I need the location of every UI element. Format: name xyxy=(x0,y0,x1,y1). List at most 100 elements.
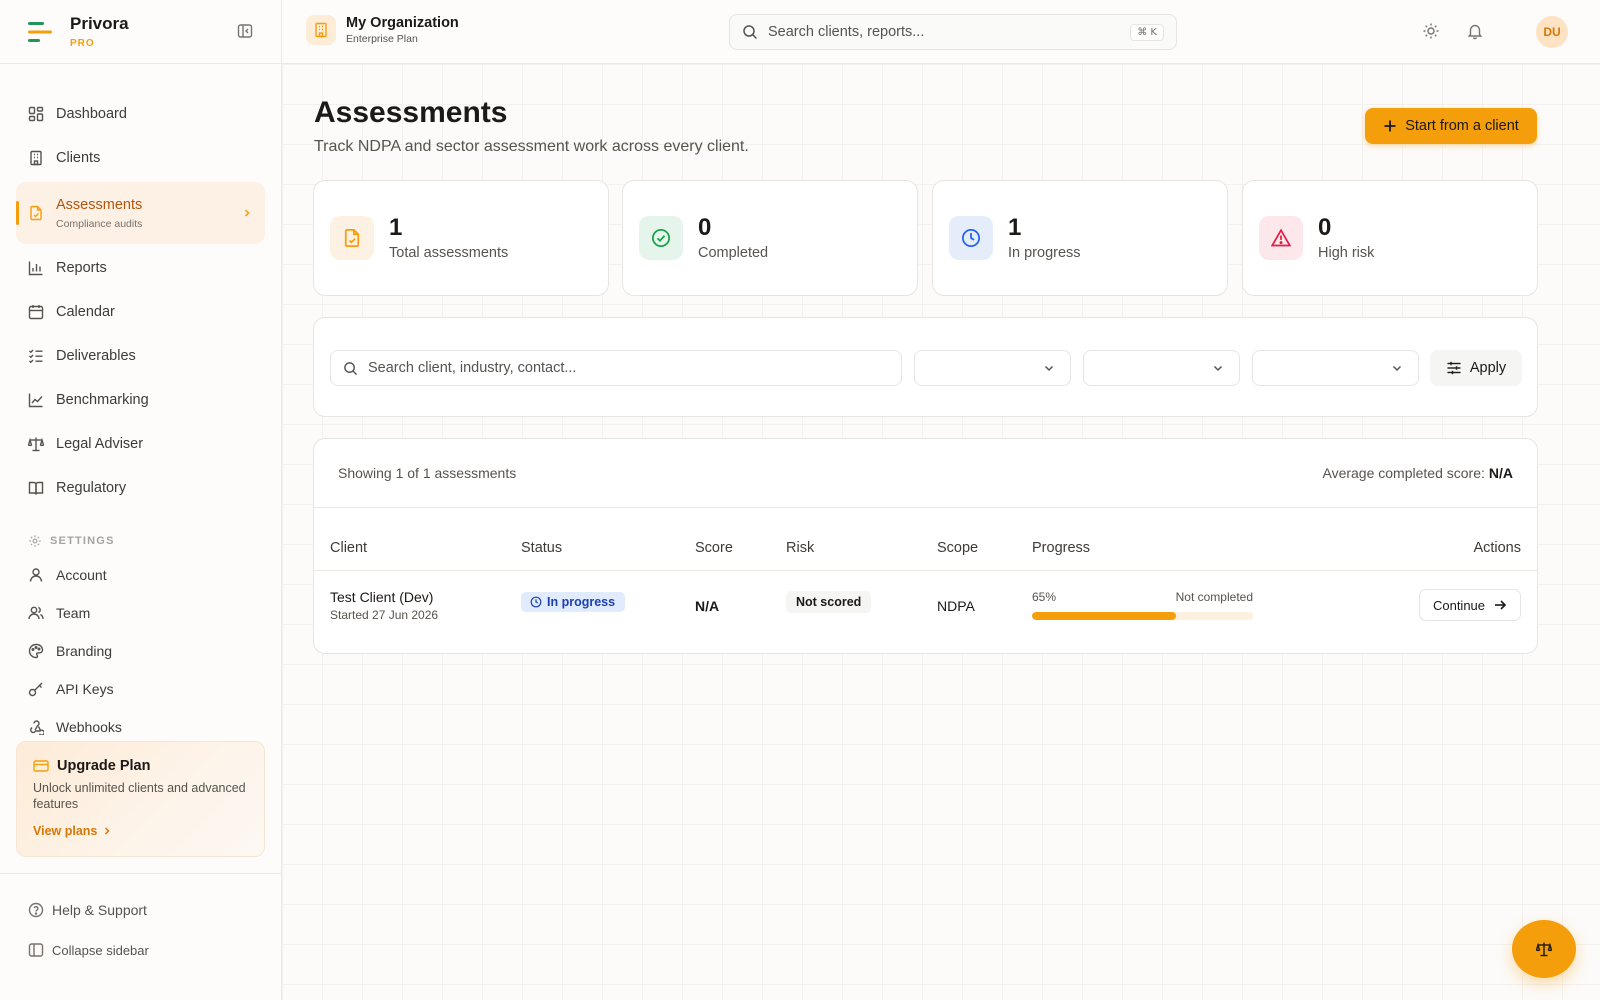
collapse-sidebar-button[interactable]: Collapse sidebar xyxy=(0,930,281,970)
continue-button[interactable]: Continue xyxy=(1419,589,1521,621)
clock-icon xyxy=(962,229,980,247)
stat-label: High risk xyxy=(1318,245,1375,261)
settings-title-text: SETTINGS xyxy=(50,535,115,547)
chevron-down-icon xyxy=(1392,365,1402,372)
nav-item-assessments[interactable]: Assessments Compliance audits xyxy=(16,182,265,244)
filter-select-1[interactable] xyxy=(914,350,1071,386)
chevron-down-icon xyxy=(1044,365,1054,372)
settings-label: Webhooks xyxy=(56,719,122,735)
collapse-sidebar-text: Collapse sidebar xyxy=(52,942,149,958)
global-search-input[interactable] xyxy=(768,24,1131,40)
help-circle-icon xyxy=(28,902,44,918)
column-header-progress[interactable]: Progress xyxy=(1032,540,1090,556)
search-shortcut: ⌘ K xyxy=(1130,23,1164,41)
user-avatar[interactable]: DU xyxy=(1536,16,1568,48)
table-row[interactable]: Test Client (Dev) Started 27 Jun 2026 In… xyxy=(314,571,1537,653)
nav-item-reports[interactable]: Reports xyxy=(0,246,281,290)
settings-section-title: SETTINGS xyxy=(0,534,281,548)
check-circle-icon xyxy=(652,229,670,247)
plus-icon xyxy=(1384,120,1396,132)
settings-item-api-keys[interactable]: API Keys xyxy=(0,670,281,708)
progress-status: Not completed xyxy=(1175,590,1253,604)
nav-item-benchmarking[interactable]: Benchmarking xyxy=(0,378,281,422)
settings-label: Team xyxy=(56,605,91,621)
panel-left-icon xyxy=(28,943,44,957)
stat-label: Total assessments xyxy=(389,245,509,261)
stat-card-high-risk: 0 High risk xyxy=(1242,180,1538,296)
user-icon xyxy=(29,568,43,582)
stat-card-in-progress: 1 In progress xyxy=(932,180,1228,296)
column-header-risk[interactable]: Risk xyxy=(786,540,814,556)
file-check-icon xyxy=(344,229,360,247)
clock-icon xyxy=(530,596,542,608)
progress-cell: 65% Not completed xyxy=(1032,590,1253,620)
stat-value: 0 xyxy=(698,214,712,241)
status-cell: In progress xyxy=(521,592,626,612)
main-content: Assessments Track NDPA and sector assess… xyxy=(282,64,1600,1000)
score-cell: N/A xyxy=(695,598,720,614)
credit-card-icon xyxy=(33,760,49,772)
stat-value: 1 xyxy=(389,214,403,241)
nav-item-legal-adviser[interactable]: Legal Adviser xyxy=(0,422,281,466)
help-support-text: Help & Support xyxy=(52,902,147,918)
status-badge: In progress xyxy=(521,592,626,612)
sliders-icon xyxy=(1447,361,1461,375)
filter-search-input[interactable] xyxy=(368,360,889,376)
nav-item-calendar[interactable]: Calendar xyxy=(0,290,281,334)
settings-label: API Keys xyxy=(56,681,114,697)
upgrade-description: Unlock unlimited clients and advanced fe… xyxy=(33,781,246,811)
nav-item-deliverables[interactable]: Deliverables xyxy=(0,334,281,378)
filter-search[interactable] xyxy=(330,350,902,386)
filter-select-3[interactable] xyxy=(1252,350,1419,386)
client-name[interactable]: Test Client (Dev) xyxy=(330,589,438,605)
column-header-score[interactable]: Score xyxy=(695,540,733,556)
chevron-right-icon xyxy=(105,827,110,835)
settings-label: Branding xyxy=(56,643,113,659)
sun-icon[interactable] xyxy=(1422,22,1440,40)
legal-adviser-fab[interactable] xyxy=(1512,920,1576,978)
global-search[interactable]: ⌘ K xyxy=(729,14,1177,50)
main-nav: Dashboard Clients Assessments Compliance… xyxy=(0,64,281,510)
list-check-icon xyxy=(29,349,43,364)
bell-icon[interactable] xyxy=(1466,22,1484,40)
brand-tier: PRO xyxy=(70,37,95,49)
settings-item-branding[interactable]: Branding xyxy=(0,632,281,670)
chevron-down-icon xyxy=(1213,365,1223,372)
sidebar-footer: Help & Support Collapse sidebar xyxy=(0,873,281,970)
help-support-link[interactable]: Help & Support xyxy=(0,890,281,930)
stat-icon-completed xyxy=(639,216,683,260)
bar-chart-icon xyxy=(28,261,43,276)
building-icon xyxy=(306,15,336,45)
progress-bar-fill xyxy=(1032,612,1176,620)
stat-label: Completed xyxy=(698,245,769,261)
nav-item-clients[interactable]: Clients xyxy=(0,136,281,180)
filter-select-2[interactable] xyxy=(1083,350,1240,386)
nav-item-regulatory[interactable]: Regulatory xyxy=(0,466,281,510)
scale-icon xyxy=(28,437,44,452)
column-header-scope[interactable]: Scope xyxy=(937,540,978,556)
settings-label: Account xyxy=(56,567,107,583)
start-from-client-button[interactable]: Start from a client xyxy=(1365,108,1537,144)
nav-label: Dashboard xyxy=(56,106,127,122)
stat-card-total: 1 Total assessments xyxy=(313,180,609,296)
assessments-table: Showing 1 of 1 assessments Average compl… xyxy=(313,438,1538,654)
settings-item-account[interactable]: Account xyxy=(0,556,281,594)
view-plans-link[interactable]: View plans xyxy=(33,824,248,838)
nav-label: Deliverables xyxy=(56,348,136,364)
apply-filters-button[interactable]: Apply xyxy=(1430,350,1522,386)
settings-item-team[interactable]: Team xyxy=(0,594,281,632)
risk-cell: Not scored xyxy=(786,591,872,613)
column-header-status[interactable]: Status xyxy=(521,540,562,556)
top-bar: My Organization Enterprise Plan ⌘ K DU xyxy=(282,0,1600,64)
org-switcher[interactable]: My Organization Enterprise Plan xyxy=(306,15,459,45)
sidebar: Privora PRO Dashboard Clients Assessment… xyxy=(0,0,282,1000)
calendar-icon xyxy=(28,305,44,320)
nav-item-dashboard[interactable]: Dashboard xyxy=(0,92,281,136)
nav-label: Regulatory xyxy=(56,480,127,496)
nav-label: Assessments xyxy=(56,196,143,213)
table-meta: Showing 1 of 1 assessments Average compl… xyxy=(314,439,1537,508)
stat-card-completed: 0 Completed xyxy=(622,180,918,296)
column-header-client[interactable]: Client xyxy=(330,540,367,556)
sidebar-toggle-icon[interactable] xyxy=(237,23,253,39)
actions-cell: Continue xyxy=(1419,589,1521,621)
